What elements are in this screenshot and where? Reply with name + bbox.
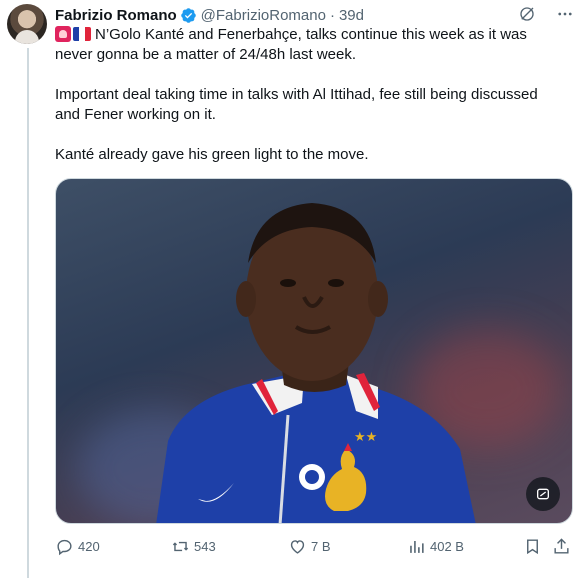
views-button[interactable]: 402 B <box>407 536 464 556</box>
tweet-paragraph-2: Important deal taking time in talks with… <box>55 86 538 123</box>
repost-count: 543 <box>194 538 216 554</box>
reply-icon <box>57 539 72 555</box>
action-bar: 420 543 7 B 402 B <box>55 536 575 558</box>
tweet-paragraph-3: Kanté already gave his green light to th… <box>55 146 369 163</box>
tweet-text: N’Golo Kanté and Fenerbahçe, talks conti… <box>55 25 565 185</box>
tweet-media[interactable]: ★★ <box>55 178 573 524</box>
like-count: 7 B <box>311 538 331 554</box>
reply-count: 420 <box>78 538 100 554</box>
author-name[interactable]: Fabrizio Romano <box>55 7 177 24</box>
bookmark-icon <box>527 538 538 554</box>
more-options-icon[interactable] <box>555 4 575 24</box>
timestamp[interactable]: 39d <box>339 7 364 24</box>
author-handle[interactable]: @FabrizioRomano <box>201 7 326 24</box>
france-flag-icon <box>73 27 91 41</box>
heart-icon <box>290 539 305 554</box>
verified-badge-icon[interactable] <box>180 7 197 24</box>
tweet-paragraph-1-text: N’Golo Kanté and Fenerbahçe, talks conti… <box>55 26 527 63</box>
tweet-header: Fabrizio Romano @FabrizioRomano · 39d <box>55 4 575 26</box>
media-edit-icon <box>537 488 549 500</box>
share-button[interactable] <box>552 536 571 556</box>
grok-icon[interactable] <box>517 4 537 24</box>
bookmark-button[interactable] <box>523 536 542 556</box>
tweet-paragraph-1: N’Golo Kanté and Fenerbahçe, talks conti… <box>55 25 565 65</box>
svg-text:★★: ★★ <box>354 430 377 445</box>
separator: · <box>329 6 335 24</box>
alarm-emoji-icon <box>55 26 71 42</box>
like-button[interactable]: 7 B <box>288 536 331 556</box>
avatar[interactable] <box>7 4 47 44</box>
thread-line <box>27 48 29 578</box>
media-edit-button[interactable] <box>526 477 560 511</box>
views-icon <box>410 540 424 553</box>
player-photo: ★★ <box>156 203 476 523</box>
repost-button[interactable]: 543 <box>171 536 216 556</box>
view-count: 402 B <box>430 538 464 554</box>
share-icon <box>554 537 569 554</box>
reply-button[interactable]: 420 <box>55 536 100 556</box>
repost-icon <box>172 541 189 551</box>
emoji-group <box>55 26 91 42</box>
